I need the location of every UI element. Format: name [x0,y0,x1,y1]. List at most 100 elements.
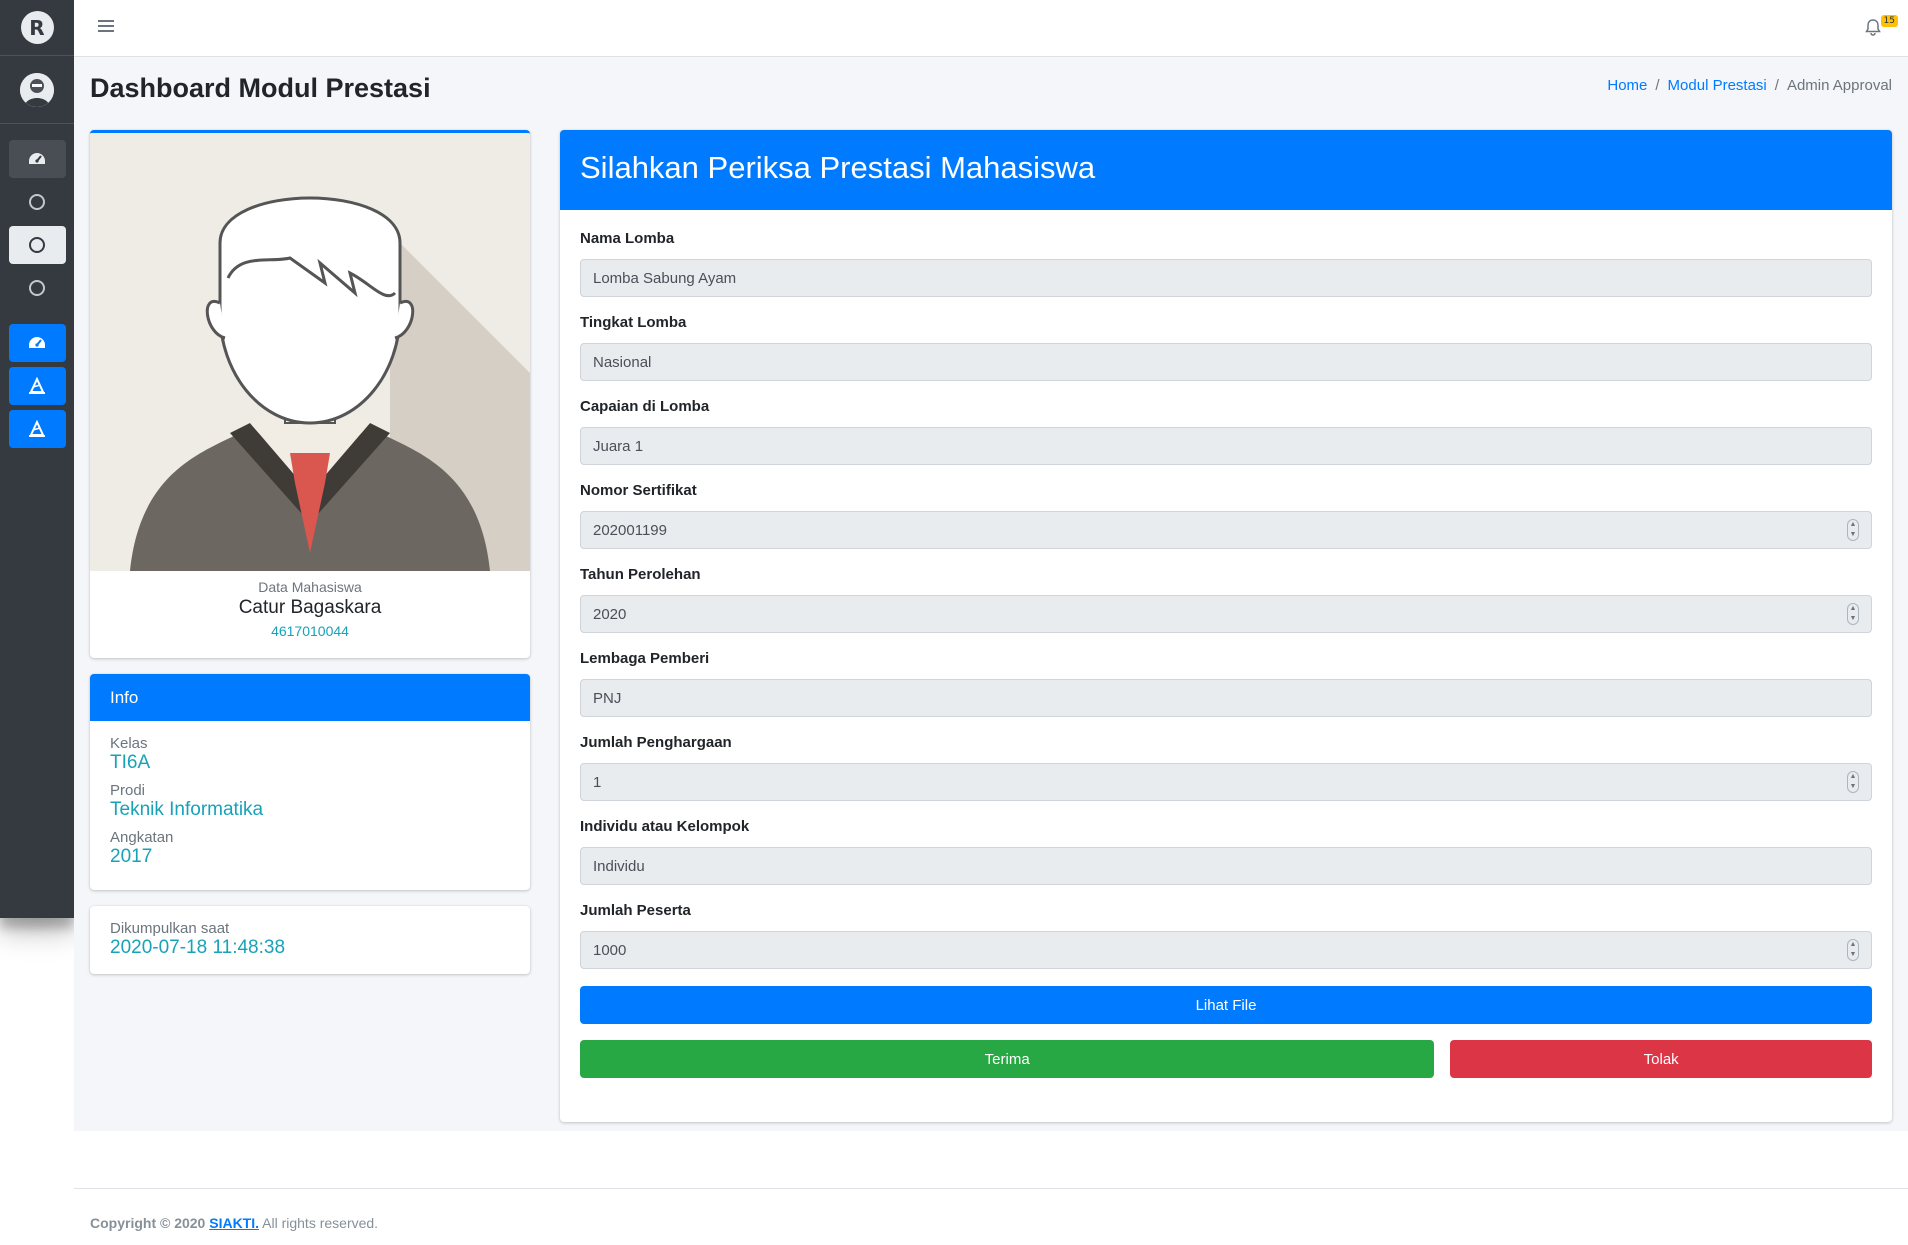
field-value: 1000 [593,941,627,959]
sidebar-item-prestasi-1[interactable] [8,367,66,405]
field-value: Individu [593,857,645,875]
info-value-angkatan: 2017 [110,846,153,867]
field-value: Juara 1 [593,437,644,455]
nomor-sertifikat-field[interactable]: 202001199 ▲ ▼ [580,511,1872,549]
submitted-card: Dikumpulkan saat 2020-07-18 11:48:38 [90,906,530,974]
lembaga-pemberi-field[interactable]: PNJ [580,679,1872,717]
user-panel [0,56,74,124]
field-value: 1 [593,773,602,791]
info-value-kelas: TI6A [110,752,151,773]
sidebar-item-prestasi-2[interactable] [8,410,66,448]
info-label-prodi: Prodi [110,782,146,799]
sidebar-item-dashboard[interactable] [8,140,66,178]
profile-card: Data Mahasiswa Catur Bagaskara 461701004… [90,130,530,658]
form-card-header: Silahkan Periksa Prestasi Mahasiswa [560,130,1892,210]
form-body: Nama Lomba Lomba Sabung Ayam Tingkat Lom… [560,210,1892,1098]
nama-lomba-field[interactable]: Lomba Sabung Ayam [580,259,1872,297]
field-value: 202001199 [593,521,667,539]
student-name: Catur Bagaskara [238,597,382,618]
content-wrapper: Dashboard Modul Prestasi Home / Modul Pr… [74,57,1908,1131]
form-group-capaian: Capaian di Lomba Juara 1 [580,398,1872,465]
field-label: Lembaga Pemberi [580,650,710,667]
breadcrumb-separator: / [1655,77,1660,94]
nav-separator [9,312,66,324]
form-group-individu-kelompok: Individu atau Kelompok Individu [580,818,1872,885]
field-value: Lomba Sabung Ayam [593,269,737,287]
profile-meta: Data Mahasiswa Catur Bagaskara 461701004… [90,571,530,639]
page-title: Dashboard Modul Prestasi [90,73,431,103]
sidebar-item-menu-1[interactable] [9,183,66,221]
jumlah-peserta-field[interactable]: 1000 ▲ ▼ [580,931,1872,969]
footer: Copyright © 2020 SIAKTI. All rights rese… [74,1188,1908,1245]
field-value: PNJ [593,689,622,707]
breadcrumb-home[interactable]: Home [1607,77,1647,94]
field-label: Individu atau Kelompok [580,818,750,835]
menu-toggle-icon[interactable] [98,18,114,34]
footer-brand-link[interactable]: SIAKTI. [209,1215,259,1231]
circle-icon [29,280,45,296]
individu-kelompok-field[interactable]: Individu [580,847,1872,885]
number-spinner-icon[interactable]: ▲ ▼ [1847,603,1859,625]
prize-icon [29,377,45,394]
sidebar: R [0,0,74,918]
field-label: Nama Lomba [580,230,675,247]
profile-photo [90,133,530,571]
breadcrumb-current: Admin Approval [1786,77,1892,94]
form-group-tahun: Tahun Perolehan 2020 ▲ ▼ [580,566,1872,633]
breadcrumb-separator: / [1774,77,1779,94]
breadcrumb: Home / Modul Prestasi / Admin Approval [1607,77,1892,94]
tingkat-lomba-field[interactable]: Nasional [580,343,1872,381]
field-label: Capaian di Lomba [580,398,710,415]
field-label: Nomor Sertifikat [580,482,697,499]
number-spinner-icon[interactable]: ▲ ▼ [1847,519,1859,541]
jumlah-penghargaan-field[interactable]: 1 ▲ ▼ [580,763,1872,801]
form-group-nomor-sertifikat: Nomor Sertifikat 202001199 ▲ ▼ [580,482,1872,549]
sidebar-nav [0,124,74,453]
footer-suffix: All rights reserved. [259,1215,379,1231]
action-buttons: Terima Tolak [580,1040,1872,1078]
field-value: 2020 [593,605,627,623]
submitted-label: Dikumpulkan saat [110,920,230,937]
capaian-field[interactable]: Juara 1 [580,427,1872,465]
info-label-kelas: Kelas [110,735,148,752]
notification-badge: 15 [1880,15,1898,27]
form-group-lembaga: Lembaga Pemberi PNJ [580,650,1872,717]
field-label: Tahun Perolehan [580,566,701,583]
field-value: Nasional [593,353,652,371]
form-group-jumlah-penghargaan: Jumlah Penghargaan 1 ▲ ▼ [580,734,1872,801]
accept-button[interactable]: Terima [580,1040,1435,1078]
form-group-nama-lomba: Nama Lomba Lomba Sabung Ayam [580,230,1872,297]
info-value-prodi: Teknik Informatika [110,799,264,820]
footer-copyright: Copyright © 2020 [90,1215,210,1231]
breadcrumb-modul-prestasi[interactable]: Modul Prestasi [1668,77,1767,94]
form-group-tingkat-lomba: Tingkat Lomba Nasional [580,314,1872,381]
view-file-button[interactable]: Lihat File [580,986,1872,1024]
achievement-review-card: Silahkan Periksa Prestasi Mahasiswa Nama… [560,130,1892,1122]
circle-icon [29,194,45,210]
prize-icon [29,420,45,437]
sidebar-item-dashboard-prestasi[interactable] [8,324,66,362]
sidebar-item-menu-2[interactable] [8,226,66,264]
reject-button[interactable]: Tolak [1450,1040,1872,1078]
dashboard-icon [29,337,45,348]
top-navbar: 15 [74,0,1908,57]
sidebar-item-menu-3[interactable] [9,269,66,307]
info-card-body: Kelas TI6A Prodi Teknik Informatika Angk… [90,721,530,888]
circle-icon [29,237,45,253]
info-card: Info Kelas TI6A Prodi Teknik Informatika… [90,674,530,890]
student-nim: 4617010044 [271,623,349,639]
bell-icon[interactable] [1864,18,1882,36]
profile-subtitle: Data Mahasiswa [258,579,362,595]
brand[interactable]: R [0,0,74,56]
tahun-perolehan-field[interactable]: 2020 ▲ ▼ [580,595,1872,633]
info-label-angkatan: Angkatan [110,829,174,846]
form-group-jumlah-peserta: Jumlah Peserta 1000 ▲ ▼ [580,902,1872,969]
brand-logo[interactable]: R [20,11,54,44]
field-label: Jumlah Penghargaan [580,734,732,751]
avatar[interactable] [20,72,54,107]
number-spinner-icon[interactable]: ▲ ▼ [1847,771,1859,793]
info-card-header: Info [90,674,530,721]
dashboard-icon [29,153,45,164]
number-spinner-icon[interactable]: ▲ ▼ [1847,939,1859,961]
submitted-value: 2020-07-18 11:48:38 [110,937,286,958]
